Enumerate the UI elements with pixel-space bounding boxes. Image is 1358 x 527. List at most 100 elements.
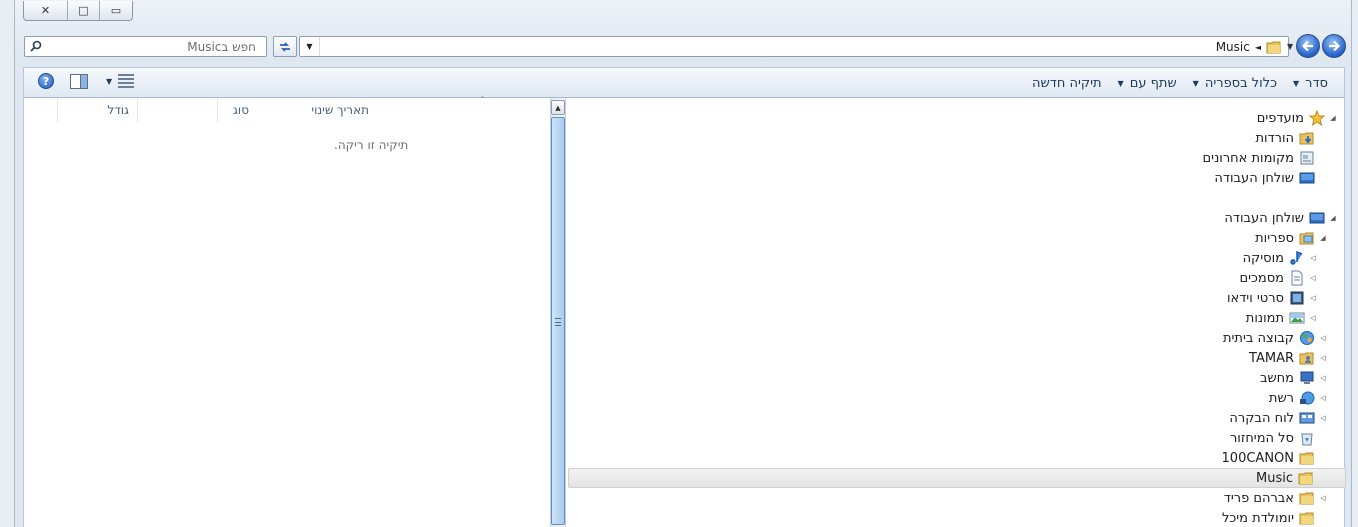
documents-icon xyxy=(1289,270,1305,286)
expander-arrow-icon[interactable]: ◁ xyxy=(1318,494,1328,502)
nav-tree-item-label: 100CANON xyxy=(1221,450,1294,466)
nav-tree-item-label: Music xyxy=(1256,470,1293,486)
views-icon[interactable] xyxy=(118,74,135,88)
expander-arrow-icon[interactable]: ◁ xyxy=(1318,354,1328,362)
expander-arrow-icon[interactable]: ◁ xyxy=(1318,374,1328,382)
file-list-pane: ˆ תאריך שינוי סוג גודל תיקיה זו ריקה. xyxy=(24,96,549,527)
expander-arrow-icon[interactable]: ◢ xyxy=(1328,114,1338,122)
nav-tree-item[interactable]: ◁ סרטי וידאו xyxy=(568,288,1346,308)
arrow-left-icon xyxy=(1301,40,1313,52)
refresh-button[interactable] xyxy=(273,36,297,57)
expander-arrow-icon[interactable]: ◁ xyxy=(1318,334,1328,342)
organize-button[interactable]: סדר ▼ xyxy=(1285,71,1336,95)
expander-arrow-icon[interactable]: ◁ xyxy=(1308,294,1318,302)
address-dropdown-button[interactable]: ▼ xyxy=(300,37,320,56)
nav-tree-item-label: לוח הבקרה xyxy=(1229,410,1294,426)
preview-pane-icon[interactable] xyxy=(70,73,88,89)
nav-tree-item[interactable]: ◁ TAMAR xyxy=(568,348,1346,368)
column-header-type[interactable]: סוג xyxy=(137,98,257,122)
expander-arrow-icon[interactable]: ◁ xyxy=(1308,274,1318,282)
nav-tree-item[interactable]: Music xyxy=(568,468,1346,488)
control-panel-icon xyxy=(1299,410,1315,426)
nav-tree-item-label: מקומות אחרונים xyxy=(1202,150,1294,166)
views-dropdown-icon[interactable]: ▼ xyxy=(106,77,112,86)
desktop-icon xyxy=(1299,170,1315,186)
nav-tree-item[interactable]: ◁ מוסיקה xyxy=(568,248,1346,268)
nav-tree-item[interactable]: ◁ מחשב xyxy=(568,368,1346,388)
pictures-icon xyxy=(1289,310,1305,326)
address-bar[interactable]: ▼ ◄ Music xyxy=(299,36,1289,57)
navigation-tree: ◢ מועדפים הורדות מקומות אחרונים שולחן העבודה… xyxy=(567,98,1346,527)
include-in-library-button[interactable]: כלול בספריה ▼ xyxy=(1185,71,1285,95)
refresh-icon xyxy=(280,41,290,52)
help-icon[interactable]: ? xyxy=(38,73,54,89)
nav-tree-item[interactable]: ◢ שולחן העבודה xyxy=(568,208,1346,228)
expander-arrow-icon[interactable]: ◁ xyxy=(1308,254,1318,262)
nav-tree-item-label: מחשב xyxy=(1259,370,1294,386)
minimize-button[interactable]: ▭ xyxy=(100,1,132,20)
new-folder-label: תיקיה חדשה xyxy=(1032,75,1102,91)
videos-icon xyxy=(1289,290,1305,306)
nav-tree-item-label: סל המיחזור xyxy=(1229,430,1294,446)
user-folder-icon xyxy=(1299,350,1315,366)
nav-tree-item-label: יומולדת מיכל xyxy=(1222,510,1294,526)
grip-icon xyxy=(555,318,561,326)
forward-button[interactable] xyxy=(1322,34,1346,58)
navigation-buttons: ▼ xyxy=(1287,33,1346,59)
expander-arrow-icon[interactable]: ◁ xyxy=(1308,314,1318,322)
expander-arrow-icon[interactable]: ◁ xyxy=(1318,394,1328,402)
search-input[interactable]: חפש בMusic xyxy=(24,36,267,57)
nav-tree-item[interactable]: ◁ אברהם פריד xyxy=(568,488,1346,508)
nav-tree-item[interactable]: ◁ תמונות xyxy=(568,308,1346,328)
nav-tree-item[interactable]: 100CANON xyxy=(568,448,1346,468)
scroll-up-button[interactable]: ▲ xyxy=(551,100,565,115)
nav-tree-item[interactable]: ◁ לוח הבקרה xyxy=(568,408,1346,428)
vertical-scrollbar[interactable]: ▲ xyxy=(550,98,566,527)
nav-tree-item[interactable]: סל המיחזור xyxy=(568,428,1346,448)
share-with-button[interactable]: שתף עם ▼ xyxy=(1110,71,1185,95)
search-icon xyxy=(30,40,42,52)
nav-tree-item-label: קבוצה ביתית xyxy=(1222,330,1294,346)
address-row: חפש בMusic ▼ ◄ Music ▼ xyxy=(15,33,1353,59)
nav-tree-item[interactable]: מקומות אחרונים xyxy=(568,148,1346,168)
nav-tree-item[interactable]: ◢ מועדפים xyxy=(568,108,1346,128)
nav-tree-item[interactable]: ◁ מסמכים xyxy=(568,268,1346,288)
nav-tree-item[interactable]: ◁ קבוצה ביתית xyxy=(568,328,1346,348)
folder-icon xyxy=(1299,490,1315,506)
breadcrumb: ◄ Music xyxy=(1216,39,1282,55)
star-icon xyxy=(1309,110,1325,126)
scroll-thumb[interactable] xyxy=(551,117,565,525)
expander-arrow-icon[interactable]: ◢ xyxy=(1318,234,1328,242)
close-button[interactable]: ✕ xyxy=(24,1,68,20)
maximize-button[interactable]: □ xyxy=(68,1,100,20)
include-in-library-label: כלול בספריה xyxy=(1204,75,1277,91)
breadcrumb-item-music[interactable]: Music xyxy=(1216,40,1250,54)
history-dropdown-icon[interactable]: ▼ xyxy=(1287,42,1293,51)
folder-icon xyxy=(1266,41,1281,54)
column-header-size[interactable]: גודל xyxy=(57,98,137,122)
chevron-down-icon: ▼ xyxy=(1192,78,1199,88)
nav-tree-item[interactable]: הורדות xyxy=(568,128,1346,148)
libraries-icon xyxy=(1299,230,1315,246)
nav-tree-item-label: שולחן העבודה xyxy=(1224,210,1304,226)
nav-tree-item[interactable]: יומולדת מיכל xyxy=(568,508,1346,527)
breadcrumb-separator[interactable]: ◄ xyxy=(1255,43,1261,52)
nav-tree-item-label: ספריות xyxy=(1255,230,1294,246)
nav-tree-item-label: אברהם פריד xyxy=(1223,490,1294,506)
caption-controls: ✕ □ ▭ xyxy=(23,1,133,21)
expander-arrow-icon[interactable]: ◢ xyxy=(1328,214,1338,222)
nav-tree-item[interactable]: ◁ רשת xyxy=(568,388,1346,408)
expander-arrow-icon[interactable]: ◁ xyxy=(1318,414,1328,422)
close-icon: ✕ xyxy=(40,4,51,17)
music-icon xyxy=(1289,250,1305,266)
nav-tree-item[interactable]: ◢ ספריות xyxy=(568,228,1346,248)
recycle-bin-icon xyxy=(1299,430,1315,446)
new-folder-button[interactable]: תיקיה חדשה xyxy=(1024,71,1110,95)
chevron-down-icon: ▼ xyxy=(1292,78,1300,88)
back-button[interactable] xyxy=(1296,34,1320,58)
column-headers: ˆ תאריך שינוי סוג גודל xyxy=(24,96,549,122)
desktop-icon xyxy=(1309,210,1325,226)
nav-tree-item-label: תמונות xyxy=(1245,310,1284,326)
nav-tree-item-label: הורדות xyxy=(1255,130,1294,146)
nav-tree-item[interactable]: שולחן העבודה xyxy=(568,168,1346,188)
